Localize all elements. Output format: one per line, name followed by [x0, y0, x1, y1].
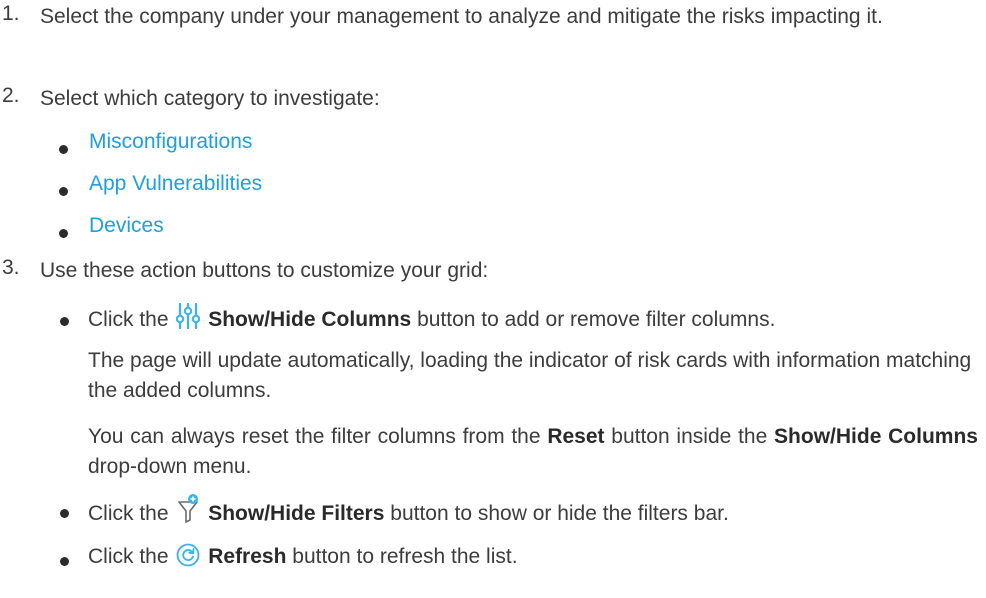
link-misconfigurations[interactable]: Misconfigurations [89, 130, 252, 154]
link-app-vulnerabilities[interactable]: App Vulnerabilities [89, 172, 262, 196]
label-refresh: Refresh [208, 545, 287, 568]
step-text: Select the company under your management… [40, 5, 883, 28]
bullet-text: Click the Show/Hide Columns button to ad… [88, 302, 978, 339]
step-text: Use these action buttons to customize yo… [40, 259, 489, 282]
label-reset: Reset [547, 425, 605, 448]
label-show-hide-columns: Show/Hide Columns [208, 308, 412, 331]
bullet [60, 509, 69, 518]
columns-info-paragraph: The page will update automatically, load… [88, 349, 972, 402]
label-show-hide-columns: Show/Hide Columns [774, 425, 978, 448]
filter-icon [176, 494, 200, 533]
sliders-icon [176, 302, 201, 339]
step-number: 2. [2, 84, 20, 107]
bullet-text: Click the Refresh button to refresh the … [88, 542, 978, 576]
bullet [60, 557, 69, 566]
link-devices[interactable]: Devices [89, 214, 164, 238]
step-text: Select which category to investigate: [40, 87, 380, 110]
bullet [59, 145, 68, 154]
columns-reset-paragraph: You can always reset the filter columns … [88, 425, 978, 478]
label-show-hide-filters: Show/Hide Filters [208, 502, 385, 525]
bullet [59, 187, 68, 196]
bullet [60, 317, 69, 326]
help-document: 1. Select the company under your managem… [0, 0, 986, 598]
bullet [59, 229, 68, 238]
step-number: 1. [2, 2, 20, 25]
step-number: 3. [2, 256, 20, 279]
refresh-icon [176, 543, 200, 576]
bullet-text: Click the Show/Hide Filters button to sh… [88, 494, 978, 533]
